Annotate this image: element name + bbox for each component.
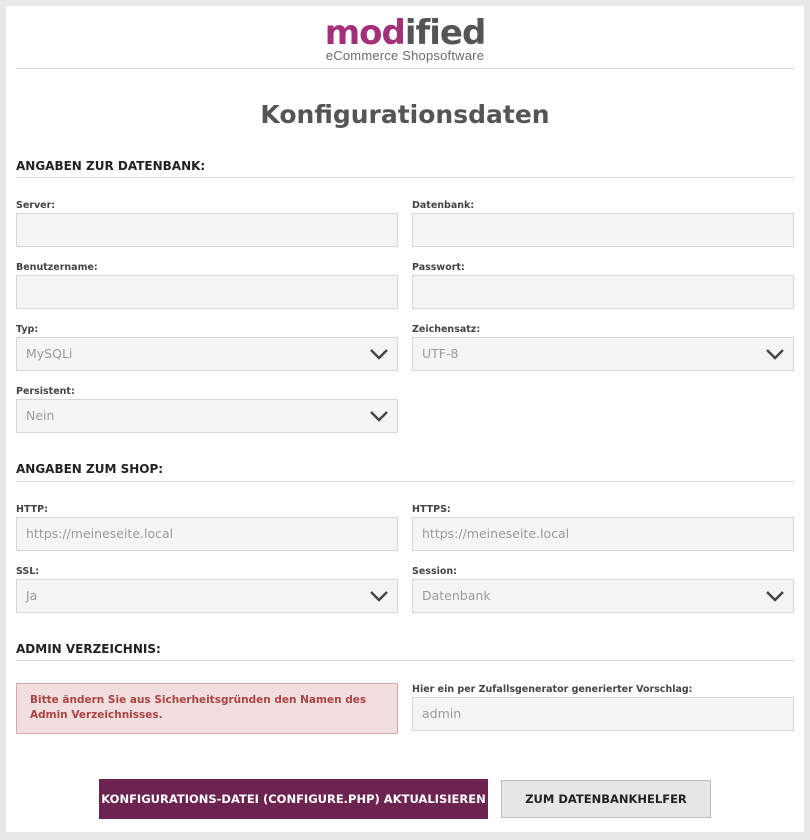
session-select-value: Datenbank <box>422 588 491 603</box>
field-session: Session: Datenbank <box>412 565 794 613</box>
logo-word-part1: mod <box>324 13 406 53</box>
server-input[interactable] <box>16 213 398 247</box>
chevron-down-icon <box>370 349 388 360</box>
field-password: Passwort: <box>412 261 794 309</box>
persistent-select-value: Nein <box>26 408 55 423</box>
chevron-down-icon <box>370 591 388 602</box>
update-config-button[interactable]: KONFIGURATIONS-DATEI (CONFIGURE.PHP) AKT… <box>99 779 488 819</box>
logo-wordmark: modified <box>6 16 804 50</box>
chevron-down-icon <box>370 411 388 422</box>
field-ssl: SSL: Ja <box>16 565 398 613</box>
ssl-label: SSL: <box>16 566 40 577</box>
db-helper-button[interactable]: ZUM DATENBANKHELFER <box>501 780 711 818</box>
chevron-down-icon <box>766 349 784 360</box>
session-select[interactable]: Datenbank <box>412 579 794 613</box>
field-charset: Zeichensatz: UTF-8 <box>412 323 794 371</box>
chevron-down-icon <box>766 591 784 602</box>
database-label: Datenbank: <box>412 200 475 211</box>
section-title-shop: ANGABEN ZUM SHOP: <box>16 462 164 476</box>
page-title: Konfigurationsdaten <box>260 100 550 129</box>
https-input[interactable]: https://meineseite.local <box>412 517 794 551</box>
username-label: Benutzername: <box>16 262 98 273</box>
password-label: Passwort: <box>412 262 465 273</box>
logo: modified eCommerce Shopsoftware <box>6 16 804 63</box>
section-title-admin: ADMIN VERZEICHNIS: <box>16 642 161 656</box>
username-input[interactable] <box>16 275 398 309</box>
type-label: Typ: <box>16 324 39 335</box>
persistent-select[interactable]: Nein <box>16 399 398 433</box>
section-title-database: ANGABEN ZUR DATENBANK: <box>16 159 206 173</box>
ssl-select-value: Ja <box>26 588 38 603</box>
section-divider-shop <box>16 481 794 482</box>
charset-select-value: UTF-8 <box>422 346 459 361</box>
ssl-select[interactable]: Ja <box>16 579 398 613</box>
logo-word-part2: ified <box>404 13 486 53</box>
logo-subtitle: eCommerce Shopsoftware <box>325 48 485 63</box>
installer-card: modified eCommerce Shopsoftware Konfigur… <box>6 6 804 832</box>
charset-select[interactable]: UTF-8 <box>412 337 794 371</box>
field-http: HTTP: https://meineseite.local <box>16 503 398 551</box>
field-admin-dir: Hier ein per Zufallsgenerator generierte… <box>412 683 794 731</box>
field-type: Typ: MySQLi <box>16 323 398 371</box>
password-input[interactable] <box>412 275 794 309</box>
field-https: HTTPS: https://meineseite.local <box>412 503 794 551</box>
type-select-value: MySQLi <box>26 346 73 361</box>
database-input[interactable] <box>412 213 794 247</box>
type-select[interactable]: MySQLi <box>16 337 398 371</box>
security-warning-alert: Bitte ändern Sie aus Sicherheitsgründen … <box>16 683 398 734</box>
admin-dir-label: Hier ein per Zufallsgenerator generierte… <box>412 684 693 709</box>
session-label: Session: <box>412 566 457 577</box>
persistent-label: Persistent: <box>16 386 75 397</box>
admin-dir-input[interactable]: admin <box>412 697 794 731</box>
charset-label: Zeichensatz: <box>412 324 481 335</box>
http-label: HTTP: <box>16 504 48 515</box>
field-persistent: Persistent: Nein <box>16 385 398 433</box>
section-divider-admin <box>16 660 794 661</box>
section-divider-database <box>16 177 794 178</box>
server-label: Server: <box>16 200 56 211</box>
field-database: Datenbank: <box>412 199 794 247</box>
field-server: Server: <box>16 199 398 247</box>
http-input[interactable]: https://meineseite.local <box>16 517 398 551</box>
header-divider <box>16 68 794 69</box>
https-label: HTTPS: <box>412 504 451 515</box>
field-username: Benutzername: <box>16 261 398 309</box>
